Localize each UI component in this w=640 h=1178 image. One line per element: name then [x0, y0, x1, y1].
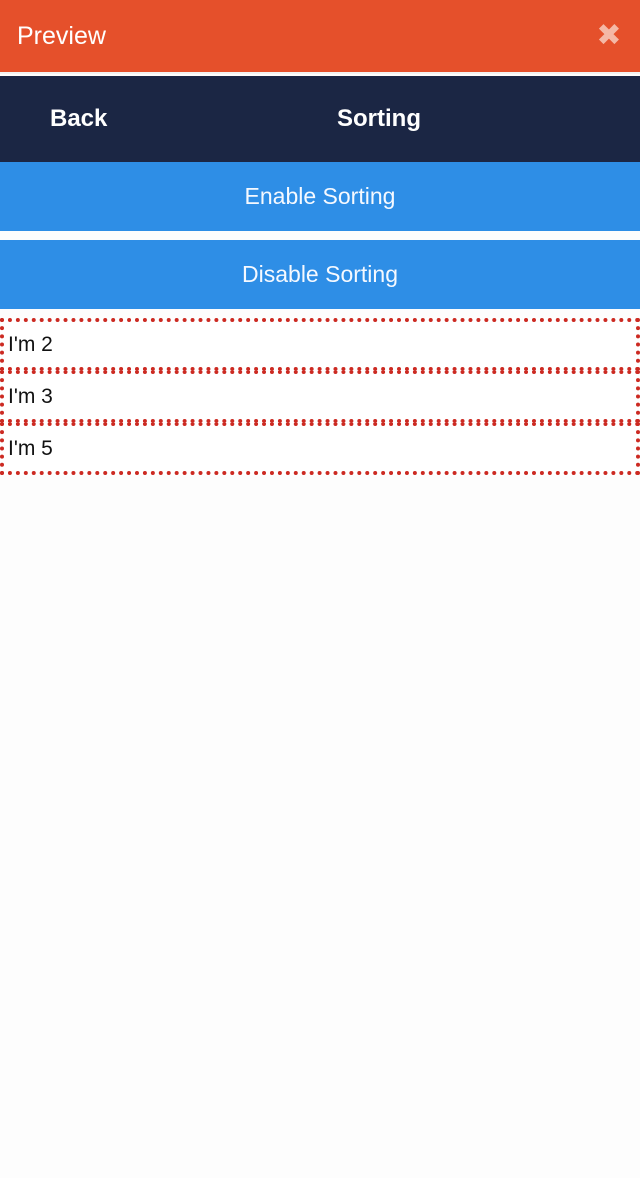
nav-bar: Back Sorting	[0, 76, 640, 162]
list-item[interactable]: I'm 5	[0, 422, 640, 475]
list-item[interactable]: I'm 2	[0, 318, 640, 371]
sortable-list: I'm 2 I'm 3 I'm 5	[0, 318, 640, 475]
enable-sorting-button[interactable]: Enable Sorting	[0, 162, 640, 231]
preview-title: Preview	[17, 22, 106, 50]
page-title: Sorting	[337, 105, 421, 132]
preview-header: Preview ✖	[0, 0, 640, 74]
close-icon[interactable]: ✖	[594, 20, 624, 52]
disable-sorting-button[interactable]: Disable Sorting	[0, 240, 640, 309]
list-item[interactable]: I'm 3	[0, 370, 640, 423]
